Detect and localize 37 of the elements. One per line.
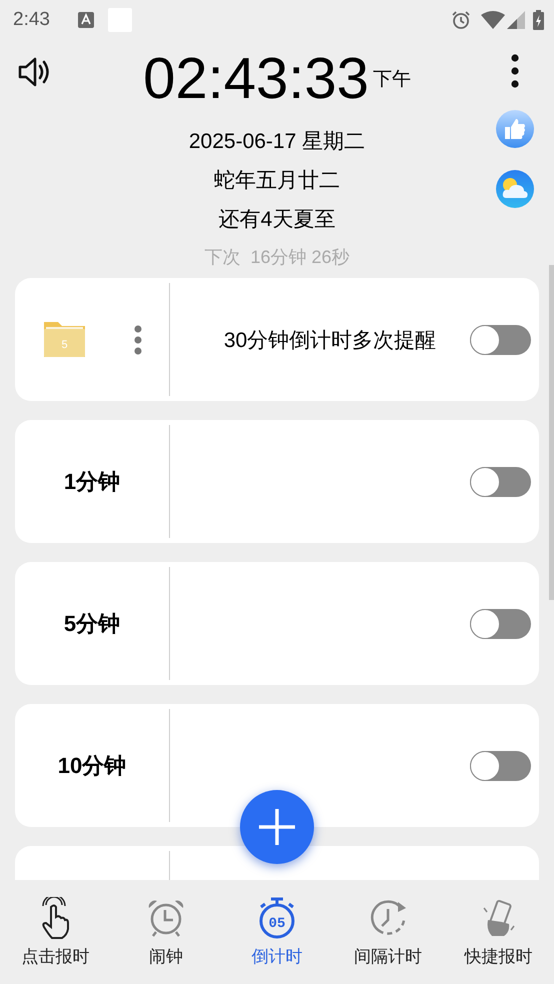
toggle-switch[interactable] xyxy=(470,608,531,638)
clock-period: 下午 xyxy=(372,68,411,92)
solar-term-text: 还有4天夏至 xyxy=(218,207,336,233)
timer-card[interactable]: 10分钟 xyxy=(15,704,539,827)
thumbs-up-icon[interactable] xyxy=(496,110,534,148)
timer-duration: 5分钟 xyxy=(64,610,120,638)
date-text: 2025-06-17 星期二 xyxy=(188,129,366,155)
timer-card[interactable]: 5 30分钟倒计时多次提醒 xyxy=(15,278,539,401)
lunar-date: 蛇年五月廿二 xyxy=(214,168,340,194)
timer-duration: 1分钟 xyxy=(64,468,120,496)
weather-icon[interactable] xyxy=(496,170,534,208)
signal-icon xyxy=(507,11,525,29)
wifi-icon xyxy=(481,11,505,29)
phone-hand-icon[interactable] xyxy=(482,898,516,938)
next-reminder: 下次 16分钟 26秒 xyxy=(204,246,350,269)
timer-title: 30分钟倒计时多次提醒 xyxy=(222,328,438,354)
nav-tab[interactable]: 闹钟 xyxy=(149,945,184,968)
more-options-icon[interactable] xyxy=(134,324,142,354)
status-time: 2:43 xyxy=(13,9,50,31)
toggle-switch[interactable] xyxy=(470,750,531,780)
keyboard-icon xyxy=(78,12,94,28)
clock-time: 02:43:33 xyxy=(143,46,369,112)
toggle-switch[interactable] xyxy=(470,324,531,354)
timer-card[interactable]: 1分钟 xyxy=(15,420,539,543)
battery-icon xyxy=(533,10,544,30)
toggle-switch[interactable] xyxy=(470,466,531,496)
nav-tab[interactable]: 间隔计时 xyxy=(354,945,422,968)
timer-card[interactable]: 5分钟 xyxy=(15,562,539,685)
timer-duration: 10分钟 xyxy=(58,752,126,780)
plus-icon[interactable] xyxy=(257,807,297,847)
more-menu-icon[interactable] xyxy=(510,54,520,88)
nav-tab[interactable]: 倒计时 xyxy=(251,945,302,968)
tap-hand-icon[interactable] xyxy=(40,897,70,939)
alarm-icon xyxy=(451,10,471,30)
nav-tab[interactable]: 点击报时 xyxy=(21,945,90,968)
nav-tab[interactable]: 快捷报时 xyxy=(464,945,533,968)
speaker-icon[interactable] xyxy=(18,55,52,89)
